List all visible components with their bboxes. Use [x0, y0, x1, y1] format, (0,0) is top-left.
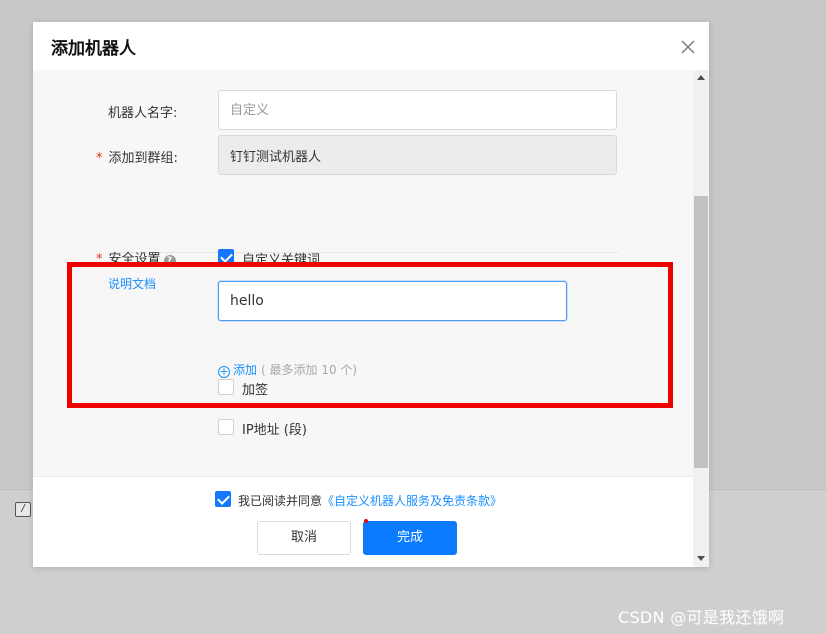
ip-label: IP地址 (段) — [242, 423, 307, 438]
scrollbar[interactable] — [693, 70, 709, 567]
group-label-text: 添加到群组: — [108, 151, 178, 166]
divider — [108, 252, 618, 253]
agree-checkbox[interactable] — [215, 491, 231, 507]
highlight-box — [67, 262, 673, 408]
close-icon[interactable] — [679, 38, 697, 56]
edit-icon: / — [15, 502, 31, 517]
scroll-thumb[interactable] — [694, 196, 708, 468]
dialog-title: 添加机器人 — [51, 39, 136, 59]
dialog-header: 添加机器人 — [33, 22, 709, 70]
robot-name-input[interactable] — [218, 90, 617, 130]
robot-name-label: 机器人名字: — [108, 106, 178, 121]
add-robot-dialog: 添加机器人 机器人名字: *添加到群组: *安全设置? 说明文档 自定义关键词 … — [33, 22, 709, 567]
sign-label: 加签 — [242, 383, 269, 398]
watermark: CSDN @可是我还饿啊 — [618, 608, 785, 627]
dialog-body: 机器人名字: *添加到群组: *安全设置? 说明文档 自定义关键词 +添加( 最… — [33, 70, 693, 476]
group-label: * 添加到群组: — [96, 147, 178, 166]
finish-button[interactable]: 完成 — [363, 521, 457, 555]
mouse-cursor — [364, 519, 368, 523]
agree-text: 我已阅读并同意《自定义机器人服务及免责条款》 — [238, 492, 502, 509]
cancel-button[interactable]: 取消 — [257, 521, 351, 555]
sign-checkbox[interactable] — [218, 379, 234, 395]
agree-prefix: 我已阅读并同意 — [238, 494, 323, 508]
scroll-down-arrow-icon[interactable] — [697, 556, 705, 561]
ip-checkbox[interactable] — [218, 419, 234, 435]
required-mark: * — [96, 151, 103, 166]
terms-link[interactable]: 《自定义机器人服务及免责条款》 — [322, 494, 502, 508]
group-field — [218, 135, 617, 175]
dialog-footer: 我已阅读并同意《自定义机器人服务及免责条款》 取消 完成 — [33, 476, 693, 567]
scroll-up-arrow-icon[interactable] — [697, 75, 705, 80]
